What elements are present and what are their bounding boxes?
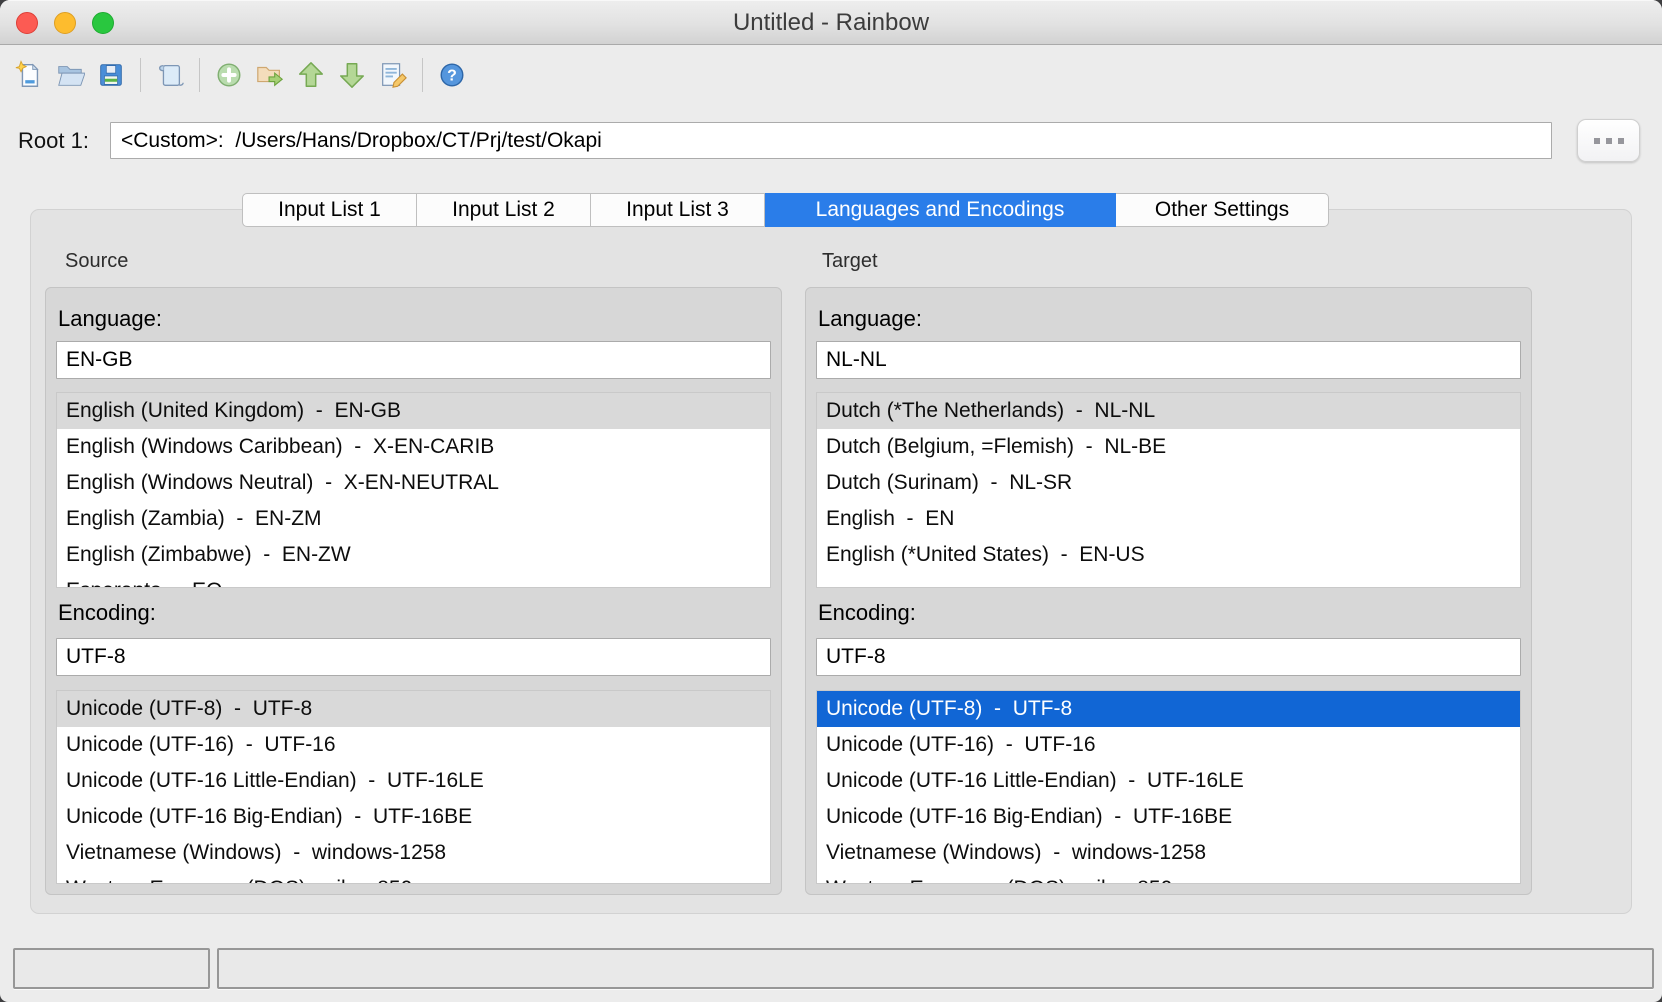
target-language-list[interactable]: Dutch (*The Netherlands) - NL-NLDutch (B… <box>816 392 1521 588</box>
add-document-button[interactable] <box>212 56 246 94</box>
arrow-up-icon <box>296 60 326 90</box>
list-item[interactable]: English (United Kingdom) - EN-GB <box>57 393 770 429</box>
list-item[interactable]: Unicode (UTF-16) - UTF-16 <box>57 727 770 763</box>
target-language-label: Language: <box>818 306 922 332</box>
new-document-icon <box>14 60 44 90</box>
move-down-button[interactable] <box>335 56 369 94</box>
list-item[interactable]: Dutch (Belgium, =Flemish) - NL-BE <box>817 429 1520 465</box>
target-group-label: Target <box>822 250 878 273</box>
source-group: Language: English (United Kingdom) - EN-… <box>45 287 782 895</box>
toolbar-separator <box>199 58 200 92</box>
list-item[interactable]: English (Zimbabwe) - EN-ZW <box>57 537 770 573</box>
source-language-label: Language: <box>58 306 162 332</box>
save-project-button[interactable] <box>94 56 128 94</box>
source-language-list[interactable]: English (United Kingdom) - EN-GBEnglish … <box>56 392 771 588</box>
add-circle-icon <box>214 60 244 90</box>
view-log-button[interactable] <box>153 56 187 94</box>
open-folder-icon <box>55 60 85 90</box>
list-item[interactable]: Unicode (UTF-16 Big-Endian) - UTF-16BE <box>57 799 770 835</box>
toolbar-separator <box>140 58 141 92</box>
list-item[interactable]: Unicode (UTF-8) - UTF-8 <box>817 691 1520 727</box>
list-item[interactable]: Unicode (UTF-8) - UTF-8 <box>57 691 770 727</box>
list-item[interactable]: Vietnamese (Windows) - windows-1258 <box>57 835 770 871</box>
list-item[interactable]: Unicode (UTF-16 Big-Endian) - UTF-16BE <box>817 799 1520 835</box>
add-folder-button[interactable] <box>253 56 287 94</box>
target-group: Language: Dutch (*The Netherlands) - NL-… <box>805 287 1532 895</box>
list-item[interactable]: English - EN <box>817 501 1520 537</box>
list-item[interactable]: Western European (DOS) - ibm-850 <box>57 871 770 884</box>
tab-languages-and-encodings[interactable]: Languages and Encodings <box>765 193 1116 227</box>
tab-other-settings[interactable]: Other Settings <box>1116 193 1329 227</box>
status-field-right <box>217 948 1654 989</box>
list-item[interactable]: Dutch (Surinam) - NL-SR <box>817 465 1520 501</box>
open-project-button[interactable] <box>53 56 87 94</box>
status-field-left <box>13 948 210 989</box>
tab-input-list-1[interactable]: Input List 1 <box>242 193 417 227</box>
app-window: Untitled - Rainbow <box>0 0 1662 1002</box>
list-item[interactable]: Unicode (UTF-16 Little-Endian) - UTF-16L… <box>817 763 1520 799</box>
folder-arrow-icon <box>255 60 285 90</box>
list-item[interactable]: Unicode (UTF-16) - UTF-16 <box>817 727 1520 763</box>
tab-input-list-3[interactable]: Input List 3 <box>591 193 765 227</box>
help-icon: ? <box>437 60 467 90</box>
root-label: Root 1: <box>18 122 89 159</box>
tab-bar: Input List 1 Input List 2 Input List 3 L… <box>242 193 1329 227</box>
source-encoding-list[interactable]: Unicode (UTF-8) - UTF-8Unicode (UTF-16) … <box>56 690 771 884</box>
edit-document-button[interactable] <box>376 56 410 94</box>
list-item[interactable]: English (*United States) - EN-US <box>817 537 1520 573</box>
edit-pencil-icon <box>378 60 408 90</box>
arrow-down-icon <box>337 60 367 90</box>
ellipsis-dot <box>1606 138 1612 144</box>
browse-button[interactable] <box>1577 119 1640 162</box>
move-up-button[interactable] <box>294 56 328 94</box>
source-encoding-input[interactable] <box>56 638 771 676</box>
source-encoding-label: Encoding: <box>58 600 156 626</box>
svg-text:?: ? <box>447 68 457 85</box>
list-item[interactable]: Esperanto - EO <box>57 573 770 588</box>
list-item[interactable]: Unicode (UTF-16 Little-Endian) - UTF-16L… <box>57 763 770 799</box>
list-item[interactable]: English (Windows Caribbean) - X-EN-CARIB <box>57 429 770 465</box>
root-path-input[interactable] <box>110 122 1552 159</box>
window-title: Untitled - Rainbow <box>0 0 1662 45</box>
target-encoding-list[interactable]: Unicode (UTF-8) - UTF-8Unicode (UTF-16) … <box>816 690 1521 884</box>
list-item[interactable]: English (Zambia) - EN-ZM <box>57 501 770 537</box>
list-item[interactable]: Western European (DOS) - ibm-850 <box>817 871 1520 884</box>
source-language-input[interactable] <box>56 341 771 379</box>
save-icon <box>96 60 126 90</box>
source-group-label: Source <box>65 250 128 273</box>
list-item[interactable]: Dutch (*The Netherlands) - NL-NL <box>817 393 1520 429</box>
target-encoding-label: Encoding: <box>818 600 916 626</box>
target-language-input[interactable] <box>816 341 1521 379</box>
tab-input-list-2[interactable]: Input List 2 <box>417 193 591 227</box>
toolbar-separator <box>422 58 423 92</box>
toolbar: ? <box>12 55 469 95</box>
target-encoding-input[interactable] <box>816 638 1521 676</box>
list-item[interactable]: Vietnamese (Windows) - windows-1258 <box>817 835 1520 871</box>
help-button[interactable]: ? <box>435 56 469 94</box>
ellipsis-dot <box>1618 138 1624 144</box>
log-scroll-icon <box>155 60 185 90</box>
new-project-button[interactable] <box>12 56 46 94</box>
window-titlebar: Untitled - Rainbow <box>0 0 1662 45</box>
ellipsis-dot <box>1594 138 1600 144</box>
list-item[interactable]: English (Windows Neutral) - X-EN-NEUTRAL <box>57 465 770 501</box>
